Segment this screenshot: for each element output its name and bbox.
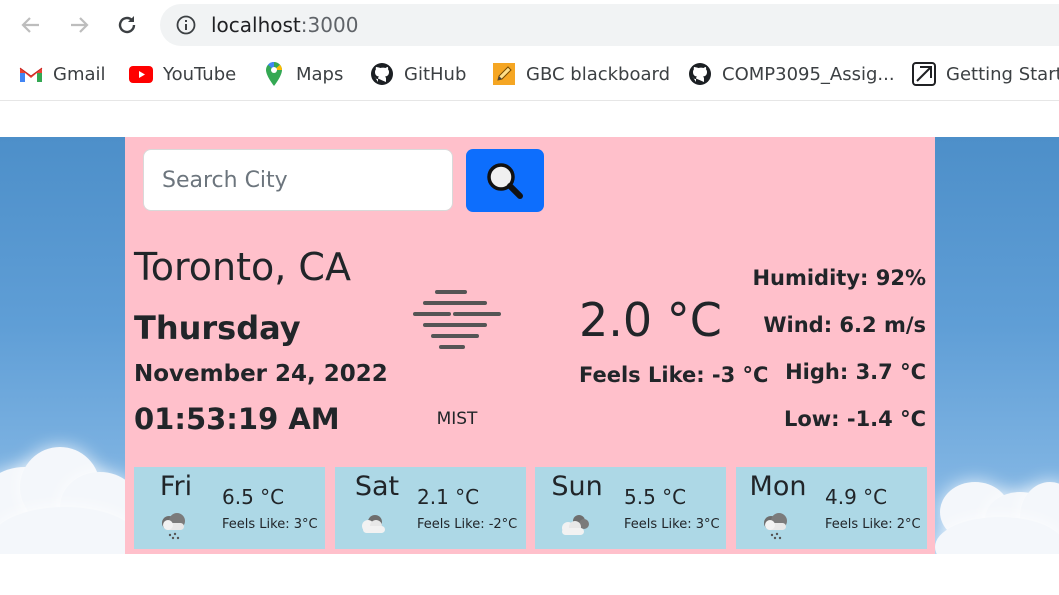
forecast-feels: Feels Like: 3°C — [222, 517, 318, 532]
github-icon — [688, 62, 712, 86]
bookmark-youtube[interactable]: YouTube — [129, 61, 236, 87]
rain-cloud-icon — [764, 513, 787, 540]
back-arrow-icon — [21, 17, 39, 33]
maps-icon — [262, 62, 286, 86]
city-name: Toronto, CA — [134, 245, 351, 289]
time: 01:53:19 AM — [134, 402, 340, 436]
low-temp: Low: -1.4 °C — [783, 407, 926, 431]
reload-button[interactable] — [112, 10, 142, 40]
forecast-card-fri: Fri 6.5 °C Feels Like: 3°C — [134, 467, 325, 549]
forecast-temp: 6.5 °C — [222, 485, 285, 509]
pencil-icon — [492, 62, 516, 86]
youtube-icon — [129, 62, 153, 86]
browser-chrome: localhost:3000 Gmail YouTube Maps GitHub… — [0, 0, 1059, 101]
forecast-card-sat: Sat 2.1 °C Feels Like: -2°C — [335, 467, 526, 549]
weather-card: Toronto, CA Thursday November 24, 2022 0… — [125, 137, 935, 554]
bookmark-getting-started[interactable]: Getting Starte — [912, 61, 1059, 87]
condition-label: MIST — [436, 409, 478, 429]
search-box — [143, 149, 453, 211]
gmail-icon — [19, 62, 43, 86]
forecast-temp: 2.1 °C — [417, 485, 480, 509]
github-icon — [370, 62, 394, 86]
search-button[interactable] — [466, 149, 544, 212]
date: November 24, 2022 — [134, 361, 388, 387]
weekday: Thursday — [134, 309, 301, 347]
search-icon — [487, 162, 523, 199]
info-icon[interactable] — [176, 15, 196, 35]
bookmark-github[interactable]: GitHub — [370, 61, 466, 87]
reload-icon — [118, 16, 136, 34]
forecast-feels: Feels Like: -2°C — [417, 517, 518, 532]
forward-arrow-icon — [71, 17, 89, 33]
forecast-day: Fri — [159, 471, 193, 502]
forward-button[interactable] — [64, 10, 94, 40]
document-icon — [912, 62, 936, 86]
forecast-feels: Feels Like: 2°C — [825, 517, 921, 532]
high-temp: High: 3.7 °C — [785, 360, 926, 384]
wind: Wind: 6.2 m/s — [763, 313, 926, 337]
forecast-card-sun: Sun 5.5 °C Feels Like: 3°C — [535, 467, 726, 549]
bookmark-maps[interactable]: Maps — [262, 61, 343, 87]
forecast-temp: 4.9 °C — [825, 485, 888, 509]
forecast-day: Sun — [551, 471, 603, 502]
forecast-day: Sat — [354, 471, 400, 502]
forecast-temp: 5.5 °C — [624, 485, 687, 509]
bookmark-gmail[interactable]: Gmail — [19, 61, 106, 87]
current-temperature: 2.0 °C — [579, 293, 722, 347]
forecast-feels: Feels Like: 3°C — [624, 517, 720, 532]
bookmark-gbc-blackboard[interactable]: GBC blackboard — [492, 61, 670, 87]
search-input[interactable] — [144, 150, 452, 210]
back-button[interactable] — [16, 10, 46, 40]
clouds-icon — [562, 515, 589, 535]
weather-stats: Humidity: 92% Wind: 6.2 m/s High: 3.7 °C… — [752, 265, 926, 453]
rain-cloud-icon — [162, 513, 185, 540]
forecast-card-mon: Mon 4.9 °C Feels Like: 2°C — [736, 467, 927, 549]
cloud-icon — [362, 515, 385, 533]
forecast-day: Mon — [749, 471, 807, 502]
feels-like: Feels Like: -3 °C — [579, 363, 769, 387]
humidity: Humidity: 92% — [752, 266, 926, 290]
address-bar[interactable]: localhost:3000 — [160, 4, 1059, 46]
mist-icon — [413, 290, 501, 349]
bookmark-comp3095[interactable]: COMP3095_Assig... — [688, 61, 895, 87]
url-text: localhost:3000 — [211, 13, 359, 37]
